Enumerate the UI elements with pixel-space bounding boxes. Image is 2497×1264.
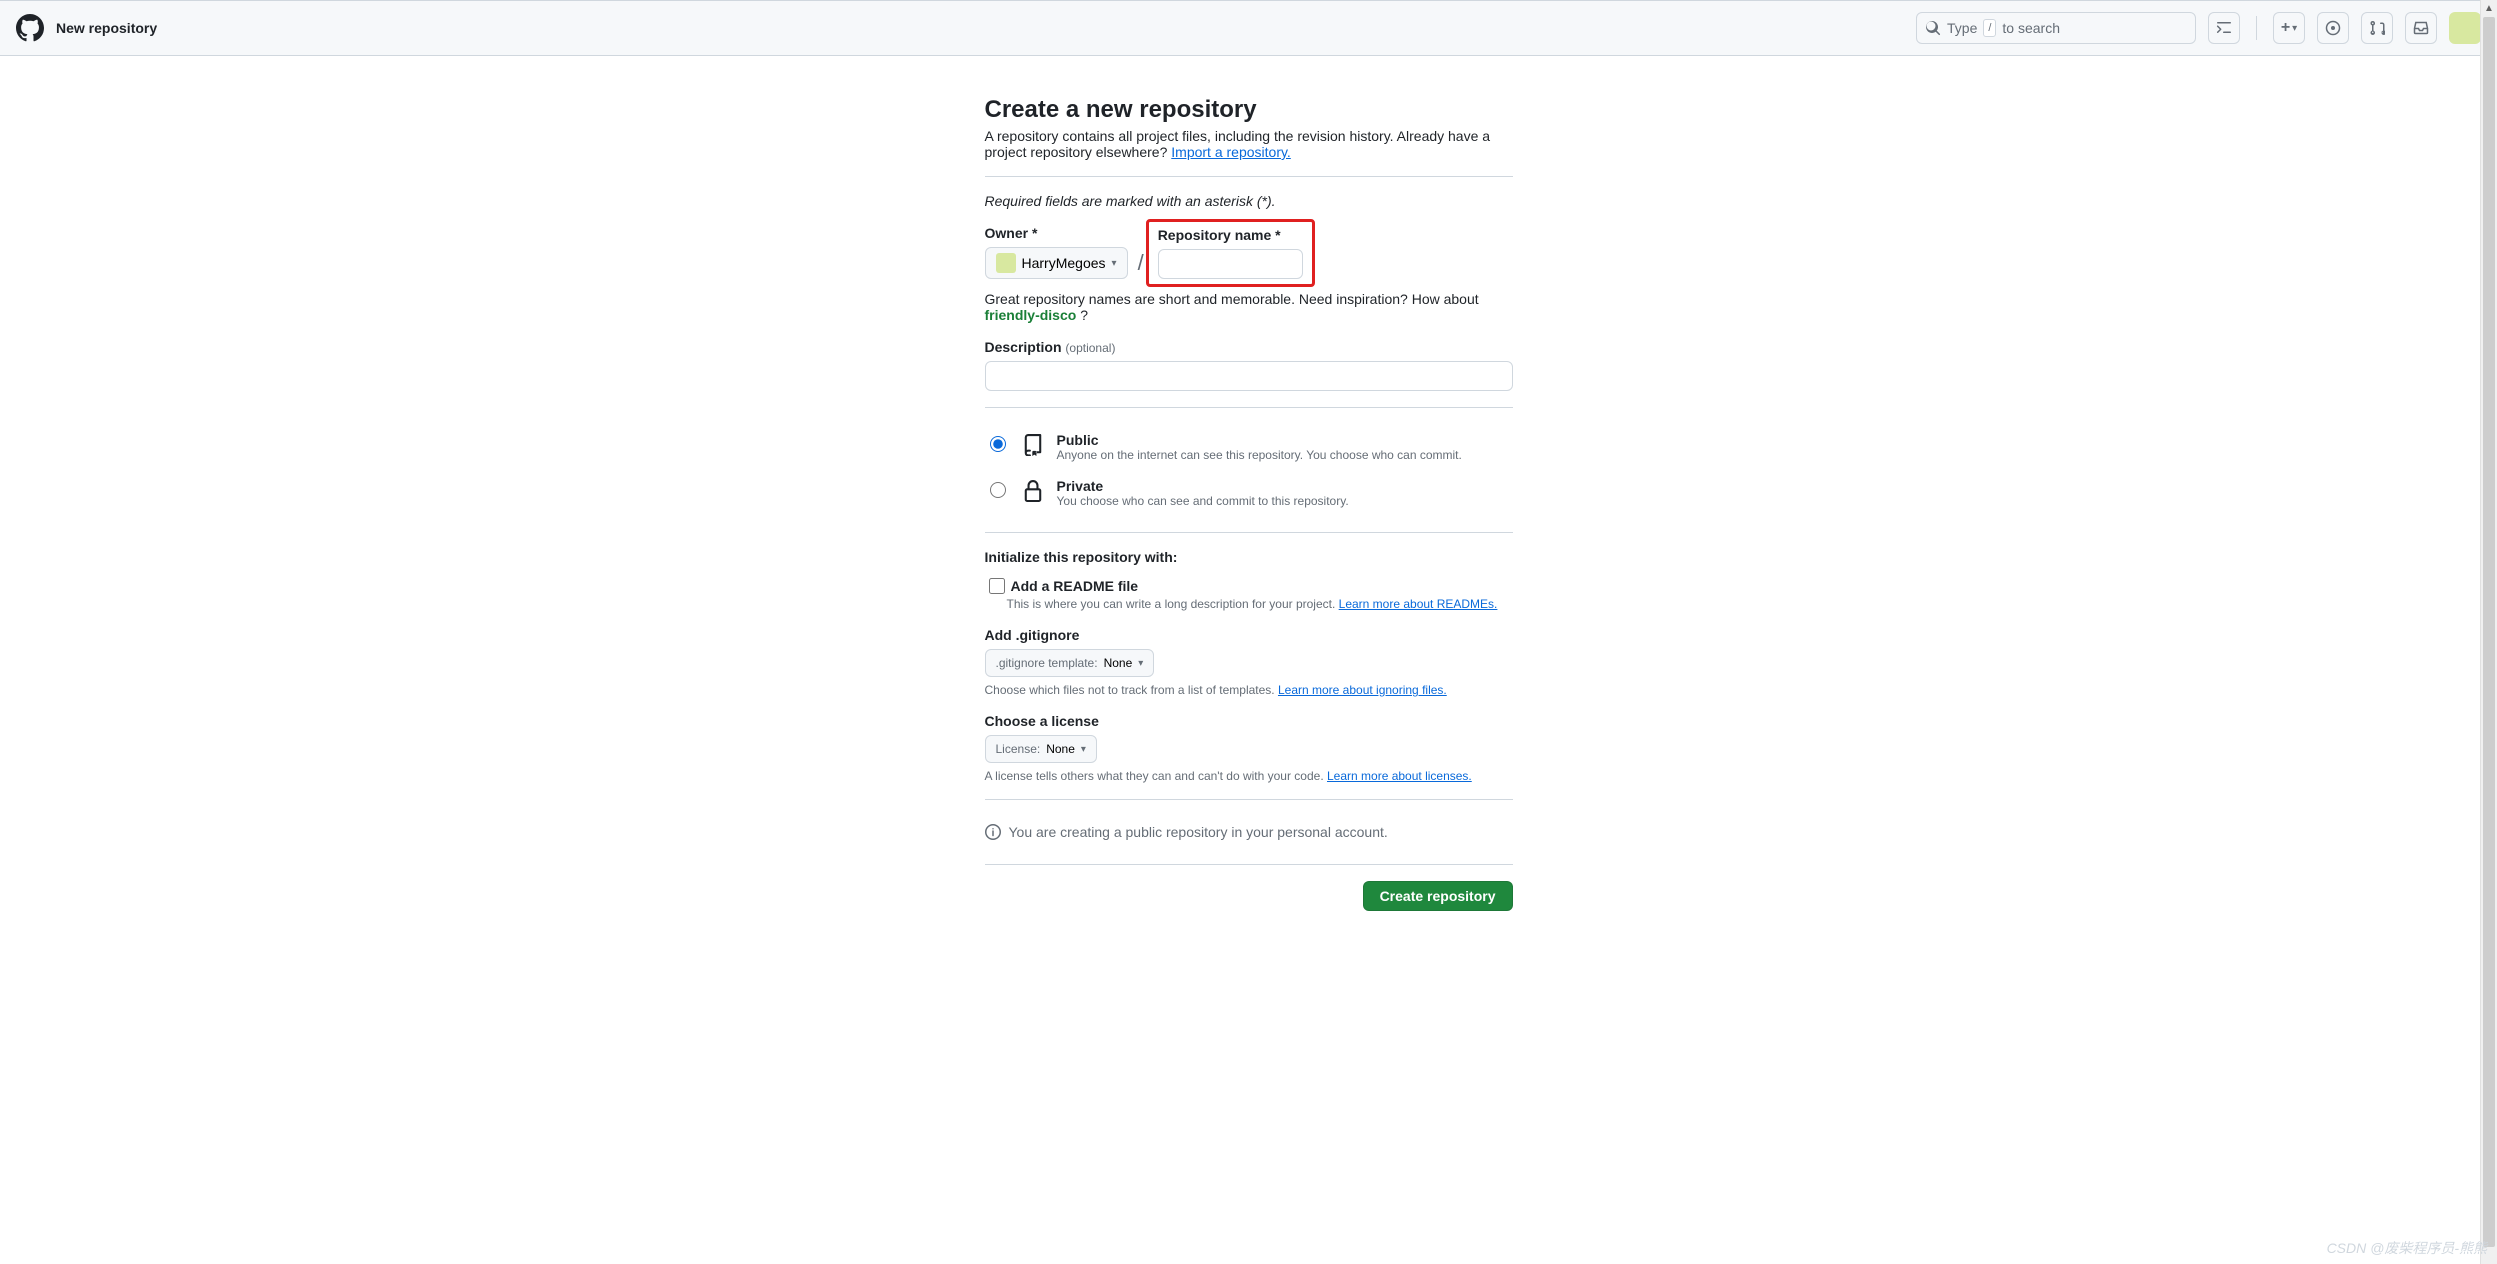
main-content: Create a new repository A repository con… [977,96,1521,911]
caret-down-icon: ▾ [1081,744,1086,755]
inbox-icon [2413,20,2429,36]
license-select[interactable]: License: None ▾ [985,735,1097,763]
initialize-label: Initialize this repository with: [985,549,1513,565]
page-context-label: New repository [56,20,157,36]
divider [985,799,1513,800]
caret-down-icon: ▾ [1138,658,1143,669]
repository-name-group: Repository name * [1154,227,1307,279]
readme-checkbox[interactable] [989,578,1005,594]
page-subtitle: A repository contains all project files,… [985,128,1513,160]
caret-down-icon: ▾ [1112,258,1117,269]
info-message: You are creating a public repository in … [985,816,1513,848]
divider [985,176,1513,177]
terminal-icon [2216,20,2232,36]
owner-group: Owner * HarryMegoes ▾ [985,225,1128,279]
license-label: Choose a license [985,713,1513,729]
scrollbar[interactable]: ▲ [2480,0,2497,1264]
license-learn-more-link[interactable]: Learn more about licenses. [1327,769,1472,783]
suggested-name-link[interactable]: friendly-disco [985,307,1077,323]
scroll-up-icon[interactable]: ▲ [2481,0,2497,17]
gitignore-select[interactable]: .gitignore template: None ▾ [985,649,1155,677]
name-suggestion-text: Great repository names are short and mem… [985,291,1513,323]
owner-avatar-icon [996,253,1016,273]
divider [985,864,1513,865]
readme-row: Add a README file This is where you can … [985,571,1513,611]
lock-icon [1021,478,1045,502]
description-input[interactable] [985,361,1513,391]
command-palette-button[interactable] [2208,12,2240,44]
private-radio[interactable] [990,482,1006,498]
page-title: Create a new repository [985,96,1513,124]
search-icon [1925,20,1941,36]
divider [2256,16,2257,40]
repository-name-label: Repository name * [1158,227,1303,243]
notifications-button[interactable] [2405,12,2437,44]
repository-name-input[interactable] [1158,249,1303,279]
import-repository-link[interactable]: Import a repository. [1171,144,1291,160]
top-bar: New repository Type / to search + ▾ [0,0,2497,56]
required-fields-note: Required fields are marked with an aster… [985,193,1513,209]
readme-learn-more-link[interactable]: Learn more about READMEs. [1339,597,1498,611]
scroll-thumb[interactable] [2483,17,2495,1247]
owner-select[interactable]: HarryMegoes ▾ [985,247,1128,279]
visibility-public-row[interactable]: Public Anyone on the internet can see th… [985,424,1513,470]
repo-icon [1021,432,1045,456]
divider [985,407,1513,408]
create-repository-button[interactable]: Create repository [1363,881,1513,911]
gitignore-label: Add .gitignore [985,627,1513,643]
public-radio[interactable] [990,436,1006,452]
issues-button[interactable] [2317,12,2349,44]
gitignore-learn-more-link[interactable]: Learn more about ignoring files. [1278,683,1447,697]
watermark: CSDN @废柴程序员-熊熊 [2327,1238,2487,1258]
path-separator: / [1136,247,1146,279]
slash-key-icon: / [1983,19,1996,37]
pull-request-icon [2369,20,2385,36]
visibility-private-row[interactable]: Private You choose who can see and commi… [985,470,1513,516]
github-logo-icon[interactable] [16,14,44,42]
caret-down-icon: ▾ [2292,23,2297,34]
owner-label: Owner * [985,225,1128,241]
search-input[interactable]: Type / to search [1916,12,2196,44]
user-avatar[interactable] [2449,12,2481,44]
issue-icon [2325,20,2341,36]
create-new-button[interactable]: + ▾ [2273,12,2305,44]
divider [985,532,1513,533]
info-icon [985,824,1001,840]
plus-icon: + [2281,19,2290,37]
pull-requests-button[interactable] [2361,12,2393,44]
description-label: Description (optional) [985,339,1513,355]
